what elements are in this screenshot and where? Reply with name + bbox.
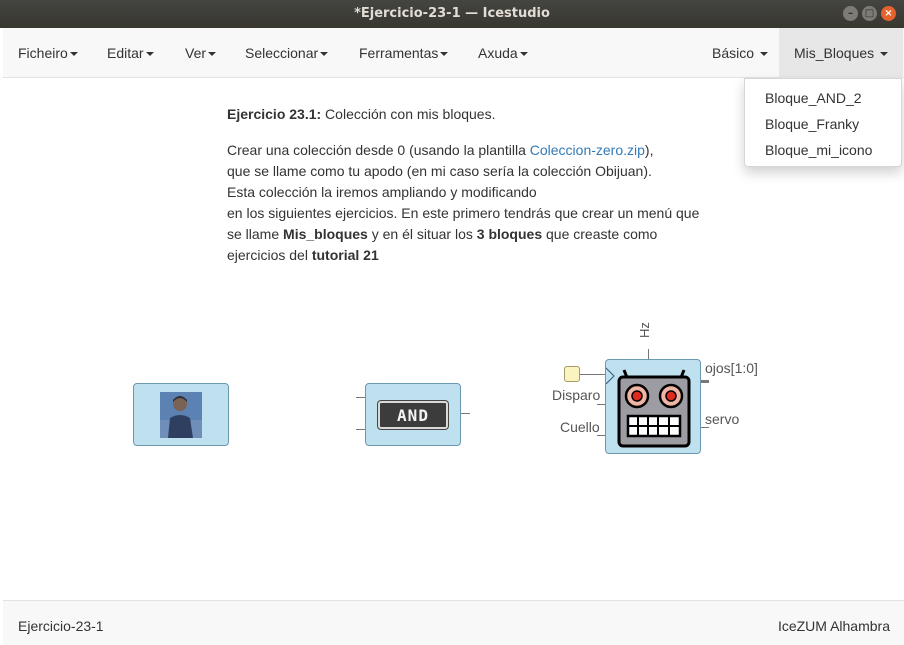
port-cuello-label: Cuello [560,419,600,435]
chevron-down-icon [145,52,154,57]
window-titlebar: *Ejercicio-23-1 — Icestudio – □ × [0,0,904,28]
robot-icon [617,369,691,448]
info-text: y en él situar los [367,226,477,242]
chevron-down-icon [208,52,217,57]
chevron-down-icon [69,52,78,57]
minimize-button[interactable]: – [843,6,858,21]
menu-axuda[interactable]: Axuda [478,45,528,61]
ojos-wire [701,380,709,383]
heading-rest: Colección con mis bloques. [321,106,496,122]
photo-icon [160,392,202,438]
menu-mis-bloques[interactable]: Mis_Bloques [779,28,904,78]
menu-ver[interactable]: Ver [185,45,217,61]
and-label: AND [397,406,429,425]
mis-bloques-dropdown: Bloque_AND_2 Bloque_Franky Bloque_mi_ico… [744,78,902,167]
menu-label: Básico [712,45,755,61]
info-heading: Ejercicio 23.1: Colección con mis bloque… [227,104,717,125]
info-text: se llame [227,226,284,242]
maximize-button[interactable]: □ [862,6,877,21]
info-text: Esta colección la iremos ampliando y mod… [227,184,537,200]
info-text-block[interactable]: Ejercicio 23.1: Colección con mis bloque… [227,104,717,281]
block-mi-icono[interactable] [133,383,229,446]
chevron-down-icon [759,52,768,57]
chevron-down-icon [519,52,528,57]
port-ojos-label: ojos[1:0] [705,360,758,376]
menu-label: Editar [107,45,144,61]
menu-label: Ficheiro [18,45,68,61]
dropdown-item-bloque-mi-icono[interactable]: Bloque_mi_icono [765,142,872,158]
status-board-selector[interactable]: IceZUM Alhambra [778,618,890,634]
info-text: ), [644,142,654,158]
statusbar: Ejercicio-23-1 IceZUM Alhambra [3,600,904,645]
info-paragraph: Crear una colección desde 0 (usando la p… [227,140,717,266]
info-bold: 3 bloques [476,226,543,242]
info-bold: tutorial 21 [311,247,379,263]
close-button[interactable]: × [881,6,896,21]
menu-editar[interactable]: Editar [107,45,154,61]
menu-seleccionar[interactable]: Seleccionar [245,45,329,61]
and-icon: AND [378,401,448,429]
block-franky[interactable] [605,359,701,454]
port-hz-label: Hz [637,322,652,338]
chevron-down-icon [320,52,329,57]
menu-label: Ver [185,45,207,61]
and-output-wire [460,413,470,414]
menu-basico[interactable]: Básico [712,45,768,61]
dropdown-item-bloque-franky[interactable]: Bloque_Franky [765,116,859,132]
menu-label: Mis_Bloques [794,45,875,61]
menu-label: Seleccionar [245,45,319,61]
port-servo-label: servo [705,411,740,427]
menubar: Ficheiro Editar Ver Seleccionar Ferramen… [3,28,904,78]
info-text: que creaste como [542,226,658,242]
status-project-name: Ejercicio-23-1 [18,618,104,634]
menu-ferramentas[interactable]: Ferramentas [359,45,449,61]
menu-ficheiro[interactable]: Ficheiro [18,45,78,61]
template-link[interactable]: Coleccion-zero.zip [530,142,645,158]
disparo-input-pin[interactable] [564,366,580,382]
icestudio-app: Ficheiro Editar Ver Seleccionar Ferramen… [3,28,904,645]
info-text: Crear una colección desde 0 (usando la p… [227,142,530,158]
disparo-wire [580,374,606,375]
dropdown-item-bloque-and-2[interactable]: Bloque_AND_2 [765,90,862,106]
info-bold: Mis_bloques [283,226,368,242]
port-hz-wire [648,349,649,359]
menu-label: Ferramentas [359,45,439,61]
port-disparo-label: Disparo [552,387,601,403]
chevron-down-icon [440,52,449,57]
servo-wire [701,427,709,428]
chevron-down-icon [880,52,889,57]
menu-label: Axuda [478,45,518,61]
info-text: en los siguientes ejercicios. En este pr… [227,205,700,221]
info-text: que se llame como tu apodo (en mi caso s… [227,163,652,179]
heading-bold: Ejercicio 23.1: [227,106,322,122]
window-title: *Ejercicio-23-1 — Icestudio [354,6,550,21]
block-and-2[interactable]: AND [365,383,461,446]
info-text: ejercicios del [227,247,312,263]
